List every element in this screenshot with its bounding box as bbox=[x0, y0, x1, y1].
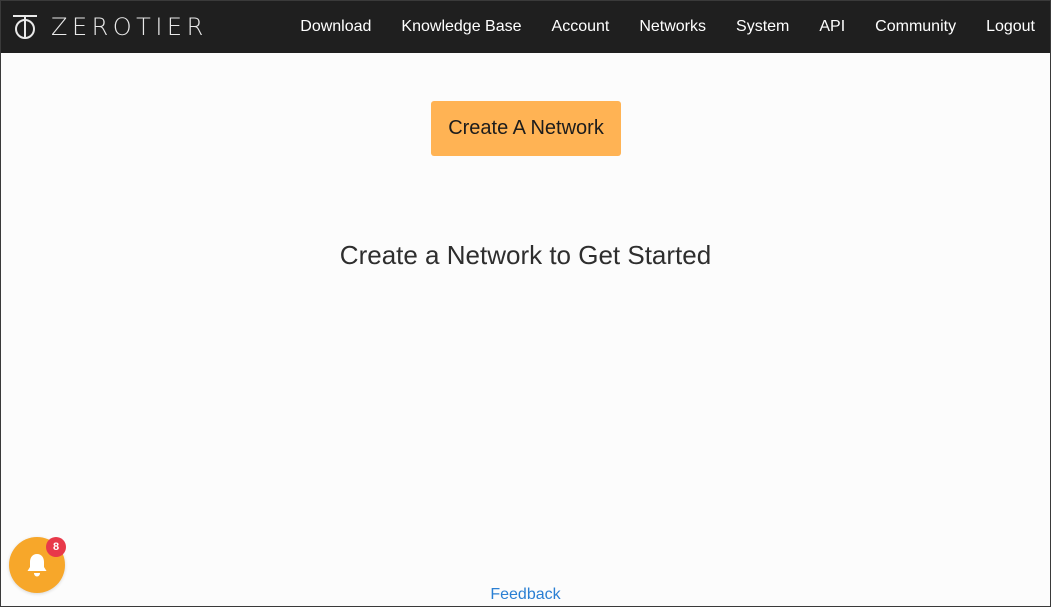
bell-icon bbox=[27, 554, 47, 577]
nav-api[interactable]: API bbox=[804, 19, 860, 35]
nav-community[interactable]: Community bbox=[860, 19, 971, 35]
top-navigation-bar: ZEROTIER Download Knowledge Base Account… bbox=[1, 1, 1050, 53]
main-nav: Download Knowledge Base Account Networks… bbox=[285, 1, 1050, 53]
nav-logout[interactable]: Logout bbox=[971, 19, 1050, 35]
nav-download[interactable]: Download bbox=[285, 19, 386, 35]
footer: Feedback bbox=[1, 586, 1050, 604]
zerotier-logo-icon bbox=[13, 15, 37, 39]
zerotier-logo[interactable]: ZEROTIER bbox=[12, 1, 208, 53]
nav-networks[interactable]: Networks bbox=[624, 19, 721, 35]
nav-knowledge-base[interactable]: Knowledge Base bbox=[386, 19, 536, 35]
logo-text: ZEROTIER bbox=[51, 13, 208, 41]
empty-state-heading: Create a Network to Get Started bbox=[339, 240, 712, 270]
create-network-button[interactable]: Create A Network bbox=[431, 101, 621, 156]
nav-account[interactable]: Account bbox=[537, 19, 625, 35]
nav-system[interactable]: System bbox=[721, 19, 804, 35]
feedback-link[interactable]: Feedback bbox=[490, 586, 560, 603]
notifications-button[interactable]: 8 bbox=[9, 537, 66, 593]
notification-count-badge: 8 bbox=[46, 537, 66, 557]
